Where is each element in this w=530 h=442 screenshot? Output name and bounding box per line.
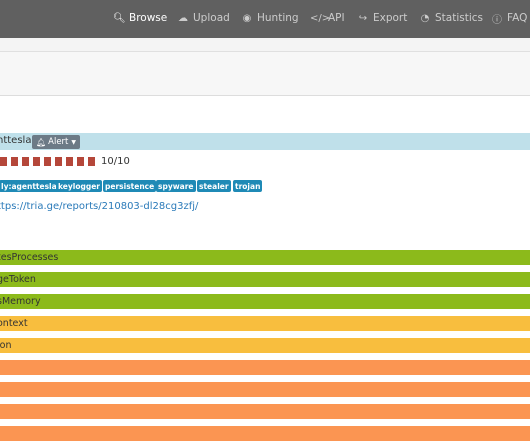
signature-row: tesProcesses	[0, 250, 530, 265]
score-box	[66, 157, 73, 166]
score-box	[88, 157, 95, 166]
signature-row	[0, 404, 530, 419]
bell-icon: 🔔︎	[36, 137, 47, 147]
signature-row: ontext	[0, 316, 530, 331]
signature-label: sMemory	[0, 296, 41, 307]
nav-faq[interactable]: ⓘ FAQ	[491, 10, 527, 26]
nav-statistics[interactable]: ◔ Statistics	[419, 10, 483, 26]
question-icon: ⓘ	[492, 14, 502, 26]
alert-button[interactable]: 🔔︎ Alert ▼	[32, 135, 81, 149]
nav-statistics-label: Statistics	[435, 12, 483, 24]
nav-export-label: Export	[373, 12, 408, 24]
score-box	[11, 157, 18, 166]
score-box	[0, 157, 7, 166]
tag-spyware[interactable]: spyware	[156, 180, 196, 192]
tag-stealer[interactable]: stealer	[197, 180, 231, 192]
nav-api-label: API	[328, 12, 345, 24]
signature-label: ontext	[0, 318, 28, 329]
signature-row	[0, 426, 530, 441]
nav-upload-label: Upload	[193, 12, 230, 24]
export-icon: ↪	[358, 12, 368, 24]
score-box	[33, 157, 40, 166]
malware-family-name: nttesla	[0, 135, 32, 146]
sub-header-bar	[0, 52, 530, 96]
signature-row: ion	[0, 338, 530, 353]
navbar-shadow	[0, 38, 530, 52]
search-icon: 🔍︎	[113, 12, 126, 24]
signature-row: sMemory	[0, 294, 530, 309]
score-box	[77, 157, 84, 166]
nav-faq-label: FAQ	[507, 12, 528, 24]
tag-trojan[interactable]: trojan	[233, 180, 263, 192]
cloud-upload-icon: ☁	[178, 12, 188, 24]
alert-button-label: Alert	[48, 137, 69, 147]
nav-hunting[interactable]: ◉ Hunting	[241, 10, 299, 26]
nav-api[interactable]: </> API	[310, 10, 345, 26]
score-box	[22, 157, 29, 166]
pie-chart-icon: ◔	[420, 12, 430, 24]
nav-browse-label: Browse	[129, 12, 168, 24]
score-box	[55, 157, 62, 166]
caret-down-icon: ▼	[71, 138, 77, 146]
tag-family[interactable]: ly:agenttesla	[0, 180, 59, 192]
binoculars-icon: ◉	[242, 12, 252, 24]
signature-label: ion	[0, 340, 12, 351]
signature-label: geToken	[0, 274, 36, 285]
signature-label: tesProcesses	[0, 252, 59, 263]
score-box	[44, 157, 51, 166]
nav-upload[interactable]: ☁ Upload	[177, 10, 230, 26]
score-text: 10/10	[101, 156, 130, 167]
signature-row	[0, 360, 530, 375]
nav-browse[interactable]: 🔍︎ Browse	[113, 10, 167, 26]
code-icon: </>	[310, 12, 331, 24]
signature-row	[0, 382, 530, 397]
report-link[interactable]: ttps://tria.ge/reports/210803-dl28cg3zfj…	[0, 201, 198, 212]
nav-export[interactable]: ↪ Export	[357, 10, 408, 26]
tag-keylogger[interactable]: keylogger	[56, 180, 103, 192]
signature-row: geToken	[0, 272, 530, 287]
nav-hunting-label: Hunting	[257, 12, 299, 24]
tag-persistence[interactable]: persistence	[103, 180, 157, 192]
top-navbar: 🔍︎ Browse ☁ Upload ◉ Hunting </> API ↪ E…	[0, 0, 530, 38]
